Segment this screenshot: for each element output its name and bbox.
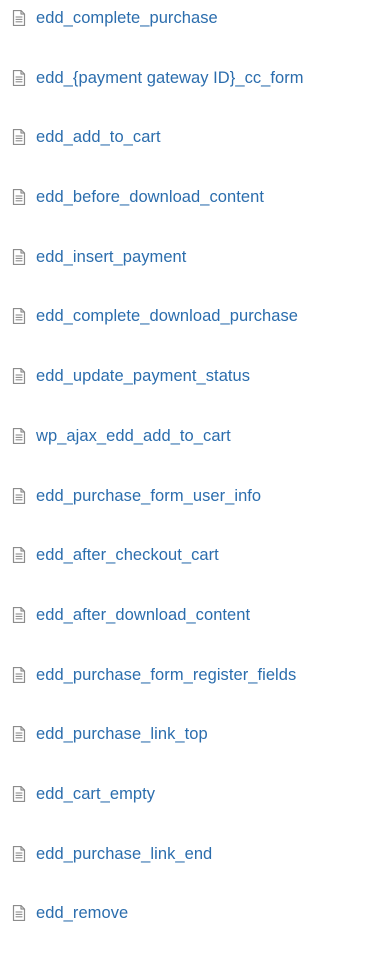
hook-link[interactable]: edd_cart_empty: [10, 783, 155, 805]
document-icon: [12, 606, 26, 623]
list-item: edd_complete_download_purchase: [10, 300, 370, 360]
list-item: edd_{payment gateway ID}_cc_form: [10, 62, 370, 122]
hook-link[interactable]: edd_purchase_form_user_info: [10, 485, 261, 507]
list-item: edd_add_to_cart: [10, 121, 370, 181]
hook-label: edd_{payment gateway ID}_cc_form: [36, 68, 304, 87]
list-item: edd_after_checkout_cart: [10, 539, 370, 599]
document-icon: [12, 487, 26, 504]
list-item: edd_complete_purchase: [10, 2, 370, 62]
hook-link[interactable]: edd_remove: [10, 902, 128, 924]
document-icon: [12, 10, 26, 26]
hook-link[interactable]: edd_insert_payment: [10, 246, 186, 268]
list-item: edd_update_payment_status: [10, 360, 370, 420]
list-item: edd_remove: [10, 897, 370, 957]
hook-label: edd_before_download_content: [36, 188, 264, 207]
hook-link[interactable]: edd_purchase_form_register_fields: [10, 664, 296, 686]
list-item: edd_purchase_form_user_info: [10, 480, 370, 540]
hook-label: edd_purchase_link_top: [36, 725, 208, 744]
hook-label: edd_purchase_link_end: [36, 844, 213, 863]
hook-label: edd_cart_empty: [36, 784, 156, 803]
document-icon: [12, 666, 26, 683]
list-item: edd_purchase_form_register_fields: [10, 659, 370, 719]
hook-label: edd_update_payment_status: [36, 367, 251, 386]
hook-label: edd_purchase_form_user_info: [36, 486, 262, 505]
document-icon: [12, 845, 26, 862]
hook-label: edd_after_checkout_cart: [36, 546, 219, 565]
hook-link[interactable]: edd_purchase_link_top: [10, 723, 208, 745]
document-icon: [12, 248, 26, 265]
document-icon: [12, 69, 26, 86]
hook-label: edd_remove: [36, 904, 129, 923]
hook-label: wp_ajax_edd_add_to_cart: [36, 426, 231, 445]
document-icon: [12, 547, 26, 564]
hook-label: edd_complete_download_purchase: [36, 307, 299, 326]
hook-label: edd_purchase_form_register_fields: [36, 665, 297, 684]
hook-link[interactable]: edd_purchase_link_end: [10, 843, 212, 865]
document-icon: [12, 427, 26, 444]
document-icon: [12, 785, 26, 802]
document-icon: [12, 905, 26, 922]
hook-link[interactable]: edd_before_download_content: [10, 186, 264, 208]
document-icon: [12, 308, 26, 325]
hook-link[interactable]: edd_{payment gateway ID}_cc_form: [10, 67, 304, 89]
document-icon: [12, 129, 26, 146]
document-icon: [12, 726, 26, 743]
hook-file-list: edd_complete_purchase edd_{payment gatew…: [10, 2, 370, 957]
hook-link[interactable]: edd_after_download_content: [10, 604, 250, 626]
hook-link[interactable]: edd_after_checkout_cart: [10, 544, 219, 566]
hook-label: edd_after_download_content: [36, 605, 251, 624]
list-item: edd_before_download_content: [10, 181, 370, 241]
hook-label: edd_add_to_cart: [36, 128, 161, 147]
list-item: edd_purchase_link_end: [10, 838, 370, 898]
list-item: edd_purchase_link_top: [10, 718, 370, 778]
hook-link[interactable]: wp_ajax_edd_add_to_cart: [10, 425, 231, 447]
hook-label: edd_complete_purchase: [36, 9, 218, 27]
list-item: edd_cart_empty: [10, 778, 370, 838]
hook-link[interactable]: edd_update_payment_status: [10, 365, 250, 387]
hook-link[interactable]: edd_complete_download_purchase: [10, 305, 298, 327]
list-item: edd_after_download_content: [10, 599, 370, 659]
hook-link[interactable]: edd_complete_purchase: [10, 7, 218, 29]
list-item: edd_insert_payment: [10, 241, 370, 301]
list-item: wp_ajax_edd_add_to_cart: [10, 420, 370, 480]
hook-link[interactable]: edd_add_to_cart: [10, 126, 161, 148]
document-icon: [12, 368, 26, 385]
hook-label: edd_insert_payment: [36, 247, 187, 266]
document-icon: [12, 189, 26, 206]
